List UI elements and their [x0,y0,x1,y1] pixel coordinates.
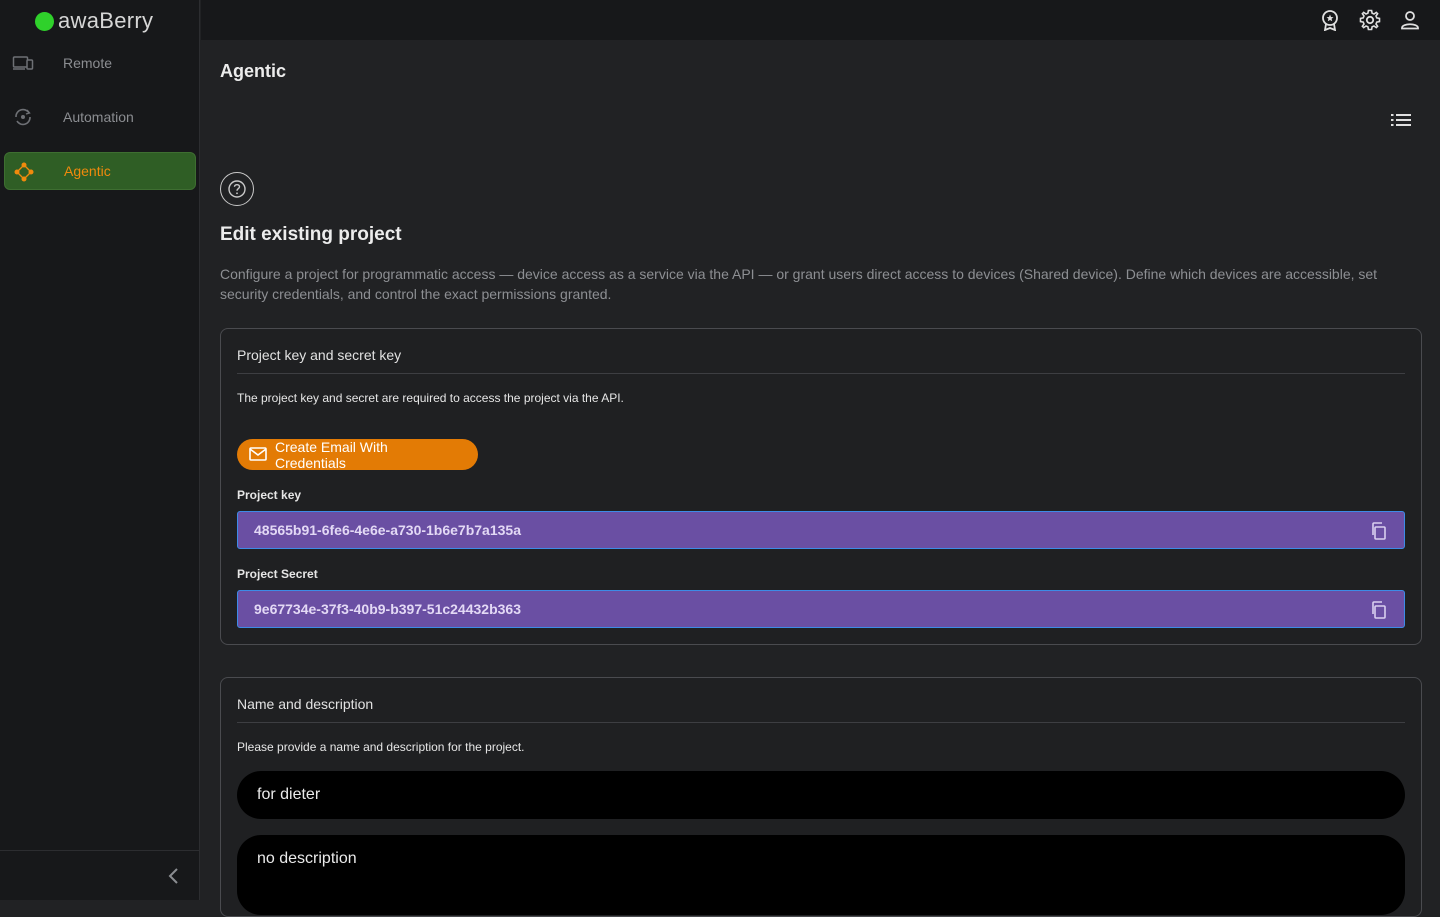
brand-dot-icon [35,12,54,31]
project-key-field[interactable]: 48565b91-6fe6-4e6e-a730-1b6e7b7a135a [237,511,1405,549]
project-keys-card: Project key and secret key The project k… [220,328,1422,645]
sidebar-item-label: Agentic [64,163,111,179]
brand-name: awaBerry [58,8,153,34]
automation-icon [12,107,34,127]
devices-icon [12,53,34,73]
project-key-value: 48565b91-6fe6-4e6e-a730-1b6e7b7a135a [254,522,521,538]
sidebar-item-label: Automation [63,109,134,125]
sidebar-item-automation[interactable]: Automation [4,98,196,136]
list-icon[interactable] [1390,112,1412,128]
card-description: Please provide a name and description fo… [237,740,525,754]
sidebar-item-label: Remote [63,55,112,71]
section-description: Configure a project for programmatic acc… [220,264,1420,304]
main-content: Agentic Edit existing project Configure … [201,40,1440,900]
sidebar-footer [0,850,200,900]
sidebar: awaBerry Remote Automation Agentic [0,0,200,900]
help-icon [227,179,247,199]
create-email-button-label: Create Email With Credentials [275,439,462,471]
chevron-left-icon[interactable] [164,865,184,887]
award-icon[interactable] [1319,9,1341,31]
page-title: Agentic [220,61,286,82]
top-bar [201,0,1440,40]
user-icon[interactable] [1399,9,1421,31]
mail-icon [249,447,267,461]
help-button[interactable] [220,172,254,206]
project-key-label: Project key [237,488,301,502]
copy-icon[interactable] [1370,522,1388,540]
card-title: Project key and secret key [237,347,1405,374]
card-title: Name and description [237,696,1405,723]
name-description-card: Name and description Please provide a na… [220,677,1422,917]
copy-icon[interactable] [1370,601,1388,619]
brand-logo[interactable]: awaBerry [35,8,153,34]
project-secret-value: 9e67734e-37f3-40b9-b397-51c24432b363 [254,601,521,617]
gear-icon[interactable] [1359,9,1381,31]
project-description-input[interactable]: no description [237,835,1405,915]
create-email-button[interactable]: Create Email With Credentials [237,439,478,470]
sidebar-item-remote[interactable]: Remote [4,44,196,82]
project-secret-label: Project Secret [237,567,318,581]
project-secret-field[interactable]: 9e67734e-37f3-40b9-b397-51c24432b363 [237,590,1405,628]
card-description: The project key and secret are required … [237,391,624,405]
sidebar-item-agentic[interactable]: Agentic [4,152,196,190]
section-title: Edit existing project [220,224,402,246]
agentic-icon [13,162,35,182]
project-name-input[interactable]: for dieter [237,771,1405,819]
